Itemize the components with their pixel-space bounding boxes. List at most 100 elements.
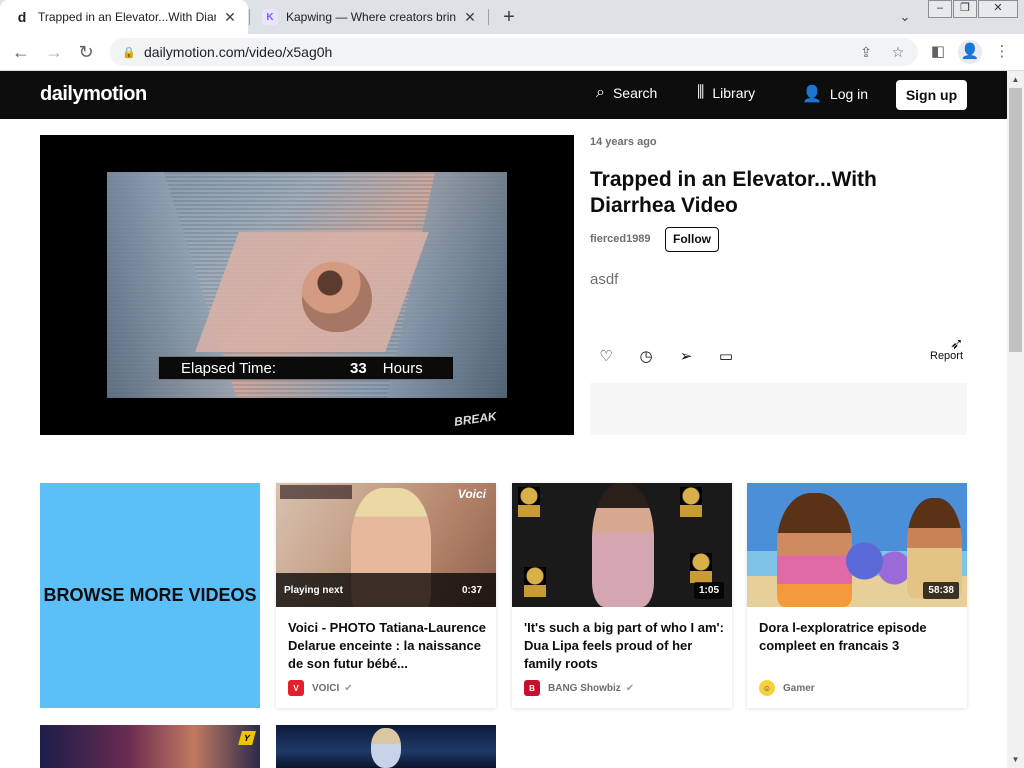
card-source[interactable]: ☺ Gamer	[759, 680, 815, 696]
back-arrow-icon[interactable]: ←	[9, 40, 33, 64]
verified-check-icon: ✔	[344, 682, 353, 694]
tab-close-icon[interactable]: ✕	[222, 9, 238, 26]
tab-title: Kapwing — Where creators bring stories t…	[286, 10, 456, 24]
voici-avatar: V	[288, 680, 304, 696]
gamer-avatar: ☺	[759, 680, 775, 696]
video-thumbnail[interactable]	[276, 725, 496, 768]
scroll-thumb[interactable]	[1009, 88, 1022, 352]
grammy-trophy-icon	[518, 487, 540, 517]
watch-later-clock-icon[interactable]: ◷	[636, 347, 656, 367]
upload-time: 14 years ago	[590, 136, 657, 148]
video-player[interactable]: Elapsed Time: 33 Hours BREAK	[40, 135, 574, 435]
search-button[interactable]: ⌕ Search	[596, 84, 657, 102]
video-duration: 1:05	[693, 582, 724, 599]
caption-unit: Hours	[382, 359, 423, 377]
close-window-icon[interactable]: ✕	[978, 0, 1018, 18]
bookmark-star-icon[interactable]: ☆	[887, 42, 909, 62]
video-card[interactable]: Voici Playing next 0:37 Voici - PHOTO Ta…	[276, 483, 496, 708]
card-source[interactable]: V VOICI ✔	[288, 680, 353, 696]
address-bar[interactable]: 🔒 dailymotion.com/video/x5ag0h	[110, 38, 918, 66]
caption-label: Elapsed Time:	[181, 359, 277, 377]
person-figure	[302, 262, 372, 332]
share-icon[interactable]: ⇪	[855, 42, 877, 62]
url-text: dailymotion.com/video/x5ag0h	[144, 44, 333, 60]
card-source[interactable]: B BANG Showbiz ✔	[524, 680, 634, 696]
page-scrollbar[interactable]: ▲ ▼	[1007, 71, 1024, 768]
new-tab-plus-icon[interactable]: +	[497, 5, 521, 29]
thumbnail-figure	[371, 728, 401, 768]
browse-more-label: BROWSE MORE VIDEOS	[43, 585, 257, 605]
grammy-trophy-icon	[690, 553, 712, 583]
grammy-trophy-icon	[680, 487, 702, 517]
signup-button[interactable]: Sign up	[896, 80, 967, 110]
kapwing-favicon-icon: K	[262, 9, 278, 25]
dailymotion-logo[interactable]: dailymotion	[40, 83, 147, 106]
video-duration: 0:37	[461, 585, 482, 596]
reload-icon[interactable]: ↻	[74, 40, 98, 64]
profile-avatar-icon[interactable]: 👤	[958, 40, 982, 64]
side-panel-icon[interactable]: ◧	[926, 40, 950, 64]
tab-close-icon[interactable]: ✕	[462, 9, 478, 26]
bang-showbiz-avatar: B	[524, 680, 540, 696]
video-thumbnail[interactable]: 1:05	[512, 483, 732, 607]
share-send-icon[interactable]: ➢	[676, 347, 696, 367]
user-icon: 👤	[802, 86, 822, 103]
mouse-cursor-icon: ➶	[950, 336, 964, 353]
scroll-down-arrow-icon[interactable]: ▼	[1007, 751, 1024, 768]
tab-divider	[488, 9, 489, 25]
search-label: Search	[612, 85, 658, 101]
video-thumbnail[interactable]: 58:38	[747, 483, 967, 607]
playing-next-label: Playing next	[284, 585, 343, 596]
source-name: VOICI	[312, 682, 340, 694]
forward-arrow-icon[interactable]: →	[42, 40, 66, 64]
browse-more-videos-button[interactable]: BROWSE MORE VIDEOS	[40, 483, 260, 708]
caption-value: 33	[350, 359, 367, 377]
voici-watermark: Voici	[457, 487, 486, 501]
thumbnail-figure	[842, 533, 917, 603]
library-label: Library	[712, 85, 756, 101]
card-title[interactable]: Voici - PHOTO Tatiana-Laurence Delarue e…	[288, 619, 488, 673]
restore-window-icon[interactable]: ❐	[953, 0, 977, 18]
browser-tabstrip: d Trapped in an Elevator...With Diarrhea…	[0, 0, 1024, 34]
add-to-playlist-icon[interactable]: ▭	[716, 347, 736, 367]
video-description: asdf	[590, 271, 619, 288]
elapsed-time-caption: Elapsed Time: 33 Hours	[158, 356, 454, 380]
grammy-trophy-icon	[524, 567, 546, 597]
site-header: dailymotion ⌕ Search ⫼ Library 👤 Log in …	[0, 71, 1007, 119]
dailymotion-favicon-icon: d	[17, 9, 27, 25]
ad-placeholder	[590, 383, 967, 435]
browser-toolbar: ← → ↻ 🔒 dailymotion.com/video/x5ag0h ⇪ ☆…	[0, 34, 1024, 71]
verified-check-icon: ✔	[625, 682, 635, 694]
login-label: Log in	[829, 86, 869, 102]
channel-name[interactable]: fierced1989	[590, 233, 651, 245]
tab-search-chevron-icon[interactable]: ⌄	[894, 6, 916, 28]
playing-next-bar: Playing next 0:37	[276, 573, 496, 607]
thumbnail-figure	[777, 493, 852, 607]
library-button[interactable]: ⫼ Library	[697, 84, 755, 102]
tab-title: Trapped in an Elevator...With Diarrhea V…	[38, 10, 216, 24]
minimize-window-icon[interactable]: –	[928, 0, 952, 18]
instagram-overlay	[280, 485, 352, 499]
video-duration: 58:38	[923, 582, 959, 599]
tab-dailymotion[interactable]: d Trapped in an Elevator...With Diarrhea…	[0, 0, 248, 34]
video-thumbnail[interactable]: Y	[40, 725, 260, 768]
follow-button[interactable]: Follow	[665, 227, 719, 252]
video-card[interactable]: 1:05 'It's such a big part of who I am':…	[512, 483, 732, 708]
video-thumbnail[interactable]: Voici Playing next 0:37	[276, 483, 496, 607]
source-name: Gamer	[783, 682, 815, 694]
search-icon: ⌕	[596, 84, 605, 101]
break-watermark-logo: BREAK	[453, 409, 498, 429]
like-heart-icon[interactable]: ♡	[596, 347, 616, 367]
tab-divider	[249, 9, 250, 25]
library-icon: ⫼	[697, 84, 705, 101]
scroll-up-arrow-icon[interactable]: ▲	[1007, 71, 1024, 88]
menu-kebab-icon[interactable]: ⋮	[990, 40, 1014, 64]
login-button[interactable]: 👤 Log in	[802, 84, 868, 104]
video-card[interactable]: 58:38 Dora l-exploratrice episode comple…	[747, 483, 967, 708]
tab-kapwing[interactable]: K Kapwing — Where creators bring stories…	[252, 0, 488, 34]
card-title[interactable]: Dora l-exploratrice episode compleet en …	[759, 619, 959, 655]
source-name: BANG Showbiz	[548, 682, 621, 694]
card-title[interactable]: 'It's such a big part of who I am': Dua …	[524, 619, 724, 673]
yellow-badge-icon: Y	[238, 731, 256, 745]
video-title: Trapped in an Elevator...With Diarrhea V…	[590, 168, 877, 217]
